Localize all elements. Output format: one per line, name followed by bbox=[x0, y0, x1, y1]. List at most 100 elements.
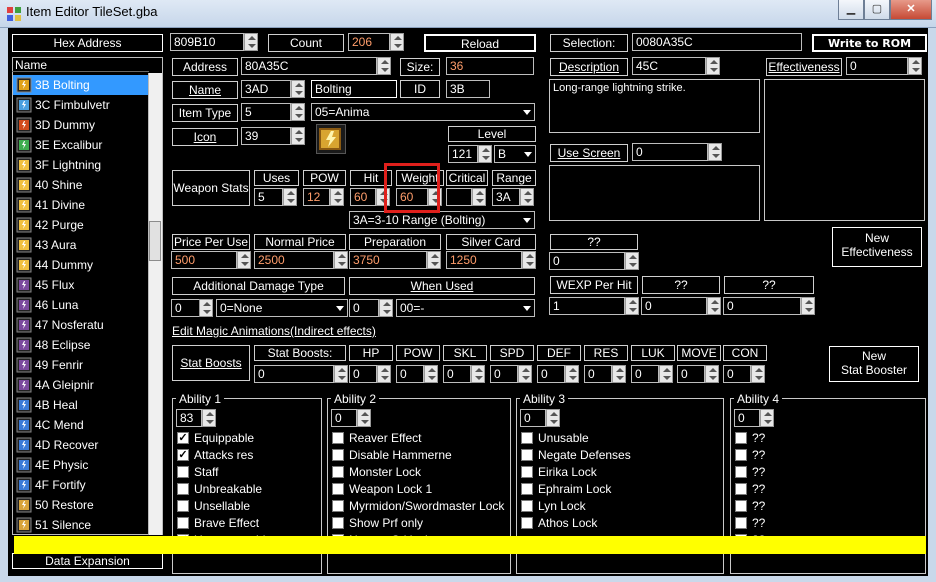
unknown2-spinner[interactable] bbox=[707, 297, 721, 315]
description-input[interactable]: 45C bbox=[632, 57, 706, 75]
checkbox[interactable] bbox=[332, 483, 344, 495]
unknown1-spinner[interactable] bbox=[625, 252, 639, 270]
boost-input-5[interactable]: 0 bbox=[584, 365, 612, 383]
unknown2-input[interactable]: 0 bbox=[641, 297, 707, 315]
boost-input-0[interactable]: 0 bbox=[349, 365, 377, 383]
list-item[interactable]: 4F Fortify bbox=[13, 475, 150, 495]
list-item[interactable]: 3F Lightning bbox=[13, 155, 150, 175]
checkbox[interactable] bbox=[521, 432, 533, 444]
list-item[interactable]: 3E Excalibur bbox=[13, 135, 150, 155]
checkbox[interactable] bbox=[332, 517, 344, 529]
icon-link[interactable]: Icon bbox=[172, 128, 238, 146]
checkbox[interactable] bbox=[332, 432, 344, 444]
edit-magic-animations-link[interactable]: Edit Magic Animations(Indirect effects) bbox=[172, 324, 376, 338]
checkbox[interactable] bbox=[177, 517, 189, 529]
close-button[interactable]: ✕ bbox=[890, 0, 932, 20]
list-scrollbar-thumb[interactable] bbox=[149, 221, 161, 261]
list-item[interactable]: 4C Mend bbox=[13, 415, 150, 435]
stat-spinner-0[interactable] bbox=[283, 188, 297, 206]
description-spinner[interactable] bbox=[706, 57, 720, 75]
stat-spinner-5[interactable] bbox=[520, 188, 534, 206]
boost-input-2[interactable]: 0 bbox=[443, 365, 471, 383]
list-item[interactable]: 42 Purge bbox=[13, 215, 150, 235]
list-item[interactable]: 4D Recover bbox=[13, 435, 150, 455]
boost-spinner-1[interactable] bbox=[424, 365, 438, 383]
additional-damage-dropdown[interactable]: 0=None bbox=[216, 299, 348, 317]
price-per-use-input[interactable]: 500 bbox=[171, 251, 237, 269]
checkbox[interactable] bbox=[177, 500, 189, 512]
data-expansion-button[interactable]: Data Expansion bbox=[12, 553, 163, 569]
effectiveness-spinner[interactable] bbox=[908, 57, 922, 75]
icon-spinner[interactable] bbox=[291, 127, 305, 145]
maximize-button[interactable]: ▢ bbox=[864, 0, 890, 20]
ability-input-4[interactable]: 0 bbox=[734, 409, 760, 427]
boost-spinner-8[interactable] bbox=[751, 365, 765, 383]
checkbox[interactable] bbox=[521, 483, 533, 495]
name-id-spinner[interactable] bbox=[291, 80, 305, 98]
ability-spinner-1[interactable] bbox=[202, 409, 216, 427]
address-spinner[interactable] bbox=[377, 57, 391, 75]
hex-address-spinner[interactable] bbox=[244, 33, 258, 51]
item-list[interactable]: 3B Bolting 3C Fimbulvetr 3D Dummy 3E Excali… bbox=[12, 57, 163, 535]
use-screen-input[interactable]: 0 bbox=[632, 143, 708, 161]
selection-input[interactable]: 0080A35C bbox=[632, 33, 802, 51]
price-per-use-spinner[interactable] bbox=[237, 251, 251, 269]
silver-card-spinner[interactable] bbox=[522, 251, 536, 269]
wexp-input[interactable]: 1 bbox=[549, 297, 625, 315]
ability-spinner-2[interactable] bbox=[357, 409, 371, 427]
use-screen-link[interactable]: Use Screen bbox=[550, 144, 628, 162]
list-item[interactable]: 3B Bolting bbox=[13, 75, 150, 95]
stat-spinner-4[interactable] bbox=[472, 188, 486, 206]
ability-input-2[interactable]: 0 bbox=[331, 409, 357, 427]
boost-spinner-0[interactable] bbox=[377, 365, 391, 383]
count-input[interactable]: 206 bbox=[348, 33, 390, 51]
wexp-spinner[interactable] bbox=[625, 297, 639, 315]
level-rank-dropdown[interactable]: B bbox=[494, 145, 536, 163]
unknown3-spinner[interactable] bbox=[801, 297, 815, 315]
checkbox[interactable] bbox=[177, 483, 189, 495]
stat-input-2[interactable]: 60 bbox=[350, 188, 376, 206]
use-screen-spinner[interactable] bbox=[708, 143, 722, 161]
icon-input[interactable]: 39 bbox=[241, 127, 291, 145]
boost-spinner-7[interactable] bbox=[705, 365, 719, 383]
checkbox[interactable] bbox=[521, 466, 533, 478]
list-item[interactable]: 4E Physic bbox=[13, 455, 150, 475]
checkbox[interactable]: ✓ bbox=[177, 449, 189, 461]
list-item[interactable]: 4A Gleipnir bbox=[13, 375, 150, 395]
boost-spinner-5[interactable] bbox=[612, 365, 626, 383]
list-item[interactable]: 46 Luna bbox=[13, 295, 150, 315]
boost-spinner-2[interactable] bbox=[471, 365, 485, 383]
boost-spinner-4[interactable] bbox=[565, 365, 579, 383]
list-item[interactable]: 48 Eclipse bbox=[13, 335, 150, 355]
name-link[interactable]: Name bbox=[172, 81, 238, 99]
checkbox[interactable] bbox=[735, 466, 747, 478]
checkbox[interactable] bbox=[521, 517, 533, 529]
ability-input-3[interactable]: 0 bbox=[520, 409, 546, 427]
boost-input-1[interactable]: 0 bbox=[396, 365, 424, 383]
boost-input-6[interactable]: 0 bbox=[631, 365, 659, 383]
boost-spinner-6[interactable] bbox=[659, 365, 673, 383]
unknown3-input[interactable]: 0 bbox=[723, 297, 801, 315]
reload-button[interactable]: Reload bbox=[424, 34, 536, 52]
list-scrollbar[interactable] bbox=[148, 73, 162, 535]
write-to-rom-button[interactable]: Write to ROM bbox=[812, 34, 927, 52]
name-id-input[interactable]: 3AD bbox=[241, 80, 291, 98]
address-input[interactable]: 80A35C bbox=[241, 57, 377, 75]
checkbox[interactable] bbox=[735, 517, 747, 529]
minimize-button[interactable]: ▁ bbox=[838, 0, 864, 20]
range-dropdown[interactable]: 3A=3-10 Range (Bolting) bbox=[349, 211, 535, 229]
when-used-dropdown[interactable]: 00=- bbox=[396, 299, 535, 317]
item-type-dropdown[interactable]: 05=Anima bbox=[311, 103, 535, 121]
ability-spinner-4[interactable] bbox=[760, 409, 774, 427]
item-type-spinner[interactable] bbox=[291, 103, 305, 121]
stat-boosts-input[interactable]: 0 bbox=[254, 365, 334, 383]
list-item[interactable]: 3C Fimbulvetr bbox=[13, 95, 150, 115]
list-item[interactable]: 4B Heal bbox=[13, 395, 150, 415]
list-item[interactable]: 51 Silence bbox=[13, 515, 150, 534]
stat-input-0[interactable]: 5 bbox=[254, 188, 283, 206]
stat-input-4[interactable] bbox=[446, 188, 472, 206]
when-used-spinner[interactable] bbox=[379, 299, 393, 317]
list-item[interactable]: 47 Nosferatu bbox=[13, 315, 150, 335]
list-item[interactable]: 43 Aura bbox=[13, 235, 150, 255]
hex-address-input[interactable]: 809B10 bbox=[170, 33, 244, 51]
